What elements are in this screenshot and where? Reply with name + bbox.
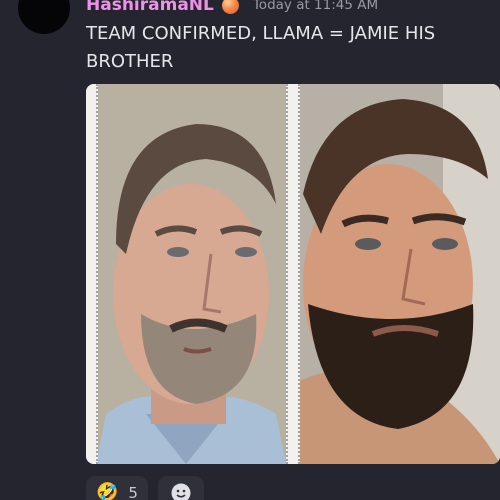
- man-with-gray-beard-photo: [86, 84, 293, 464]
- message-content: TEAM CONFIRMED, LLAMA = JAMIE HIS BROTHE…: [86, 23, 436, 72]
- avatar[interactable]: [18, 0, 70, 34]
- reaction-bar: 🤣 5: [86, 476, 204, 500]
- man-with-dark-beard-photo: [293, 84, 500, 464]
- reaction-count: 5: [128, 484, 138, 500]
- image-divider: [286, 84, 300, 464]
- message-header: HashiramaNL Today at 11:45 AM: [86, 0, 378, 15]
- attachment-left-border: [86, 84, 98, 464]
- message-timestamp: Today at 11:45 AM: [252, 0, 379, 13]
- author-name[interactable]: HashiramaNL: [86, 0, 214, 15]
- rofl-emoji-icon: 🤣: [96, 482, 119, 500]
- discord-message: HashiramaNL Today at 11:45 AM TEAM CONFI…: [0, 0, 500, 500]
- image-attachment[interactable]: [86, 84, 500, 464]
- add-reaction-button[interactable]: [157, 476, 204, 500]
- smiley-add-reaction-icon: [171, 483, 191, 500]
- peach-icon: [221, 0, 239, 14]
- reaction-rofl[interactable]: 🤣 5: [86, 476, 148, 500]
